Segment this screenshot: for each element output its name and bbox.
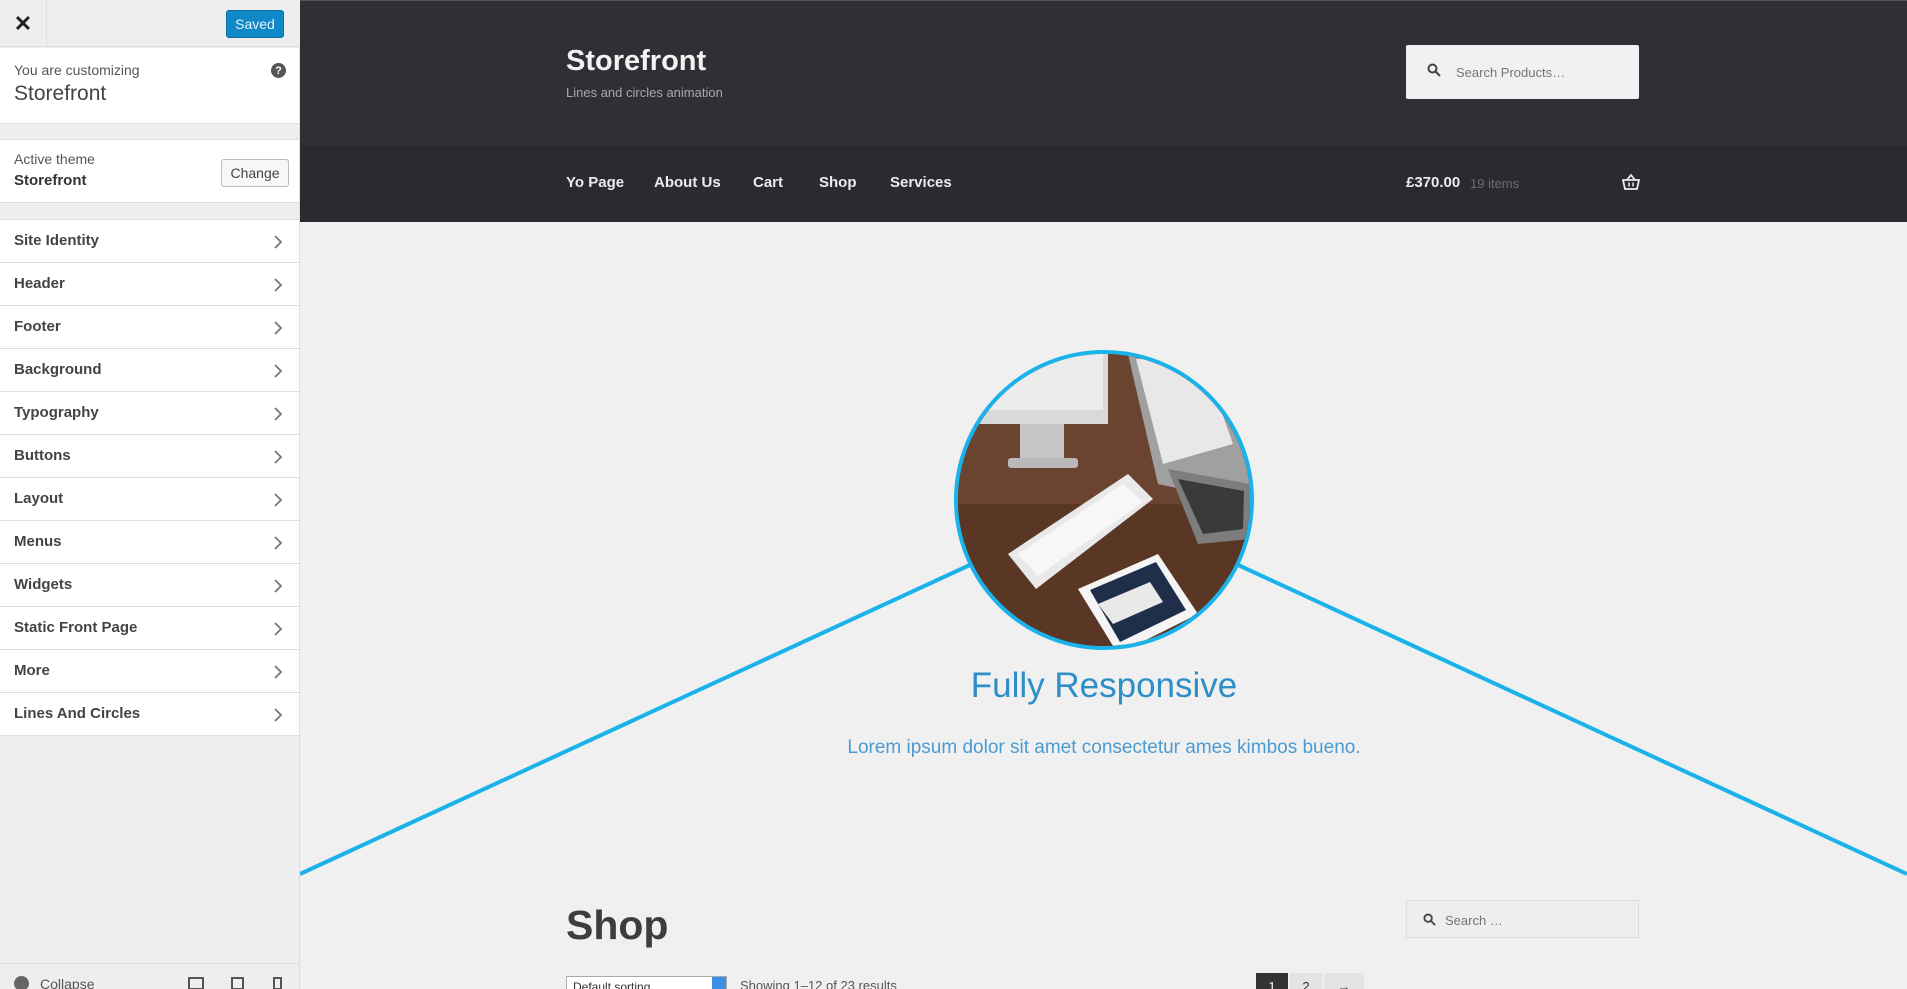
saved-button[interactable]: Saved	[226, 10, 284, 38]
hero-heading: Fully Responsive	[970, 666, 1238, 705]
page-1-button[interactable]: 1	[1256, 973, 1288, 989]
panel-buttons[interactable]: Buttons	[0, 435, 299, 478]
customizer-topbar: ✕ Saved	[0, 0, 300, 47]
panel-list: Site Identity Header Footer Background T…	[0, 219, 299, 736]
panel-label: Background	[14, 361, 102, 378]
sidebar-search	[1406, 900, 1639, 938]
chevron-right-icon	[274, 321, 283, 335]
chevron-right-icon	[274, 493, 283, 507]
search-icon	[1427, 63, 1441, 77]
primary-navigation: Yo Page About Us Cart Shop Services £370…	[300, 146, 1907, 222]
chevron-right-icon	[274, 278, 283, 292]
panel-lines-and-circles[interactable]: Lines And Circles	[0, 693, 299, 736]
panel-typography[interactable]: Typography	[0, 392, 299, 435]
mobile-preview-icon[interactable]	[273, 977, 282, 989]
panel-label: Buttons	[14, 447, 71, 464]
panel-site-identity[interactable]: Site Identity	[0, 220, 299, 263]
panel-label: Static Front Page	[14, 619, 138, 636]
panel-menus[interactable]: Menus	[0, 521, 299, 564]
chevron-right-icon	[274, 622, 283, 636]
help-icon[interactable]: ?	[271, 63, 286, 78]
search-icon	[1423, 913, 1436, 926]
nav-yo-page[interactable]: Yo Page	[566, 174, 624, 191]
app-window: ✕ Saved You are customizing Storefront ?…	[0, 0, 1907, 989]
product-search	[1406, 45, 1639, 99]
collapse-icon[interactable]	[14, 976, 29, 989]
customizer-sidebar: ✕ Saved You are customizing Storefront ?…	[0, 0, 300, 989]
site-preview: Storefront Lines and circles animation Y…	[300, 0, 1907, 989]
panel-label: Footer	[14, 318, 61, 335]
hero-image	[954, 350, 1254, 650]
site-header: Storefront Lines and circles animation	[300, 0, 1907, 146]
customizing-title: Storefront	[14, 82, 107, 105]
active-theme-label: Active theme	[14, 151, 95, 167]
chevron-right-icon	[274, 364, 283, 378]
active-theme-name: Storefront	[14, 172, 87, 189]
panel-widgets[interactable]: Widgets	[0, 564, 299, 607]
panel-static-front-page[interactable]: Static Front Page	[0, 607, 299, 650]
product-search-input[interactable]	[1456, 61, 1626, 83]
cart-count[interactable]: 19 items	[1470, 176, 1519, 191]
panel-footer[interactable]: Footer	[0, 306, 299, 349]
shop-title: Shop	[566, 902, 669, 948]
site-description: Lines and circles animation	[566, 85, 723, 100]
panel-more[interactable]: More	[0, 650, 299, 693]
panel-label: Site Identity	[14, 232, 100, 249]
chevron-right-icon	[274, 579, 283, 593]
panel-background[interactable]: Background	[0, 349, 299, 392]
desktop-preview-icon[interactable]	[188, 977, 204, 989]
panel-header[interactable]: Header	[0, 263, 299, 306]
chevron-right-icon	[274, 536, 283, 550]
chevron-right-icon	[274, 708, 283, 722]
sort-select-value: Default sorting	[573, 980, 651, 989]
chevron-right-icon	[274, 450, 283, 464]
active-theme-section: Active theme Storefront Change	[0, 139, 299, 203]
cart-total[interactable]: £370.00	[1406, 174, 1460, 191]
tablet-preview-icon[interactable]	[231, 977, 244, 989]
site-title[interactable]: Storefront	[566, 45, 706, 78]
nav-services[interactable]: Services	[890, 174, 952, 191]
close-icon[interactable]: ✕	[0, 0, 47, 47]
next-page-button[interactable]: →	[1324, 973, 1364, 989]
panel-layout[interactable]: Layout	[0, 478, 299, 521]
panel-label: Layout	[14, 490, 64, 507]
chevron-right-icon	[274, 235, 283, 249]
nav-about-us[interactable]: About Us	[654, 174, 721, 191]
page-2-button[interactable]: 2	[1290, 973, 1322, 989]
nav-shop[interactable]: Shop	[819, 174, 857, 191]
chevron-right-icon	[274, 665, 283, 679]
sort-select[interactable]: Default sorting	[566, 976, 727, 989]
panel-label: Typography	[14, 404, 99, 421]
change-theme-button[interactable]: Change	[221, 159, 289, 187]
panel-label: More	[14, 662, 50, 679]
sidebar-search-input[interactable]	[1445, 910, 1625, 930]
hero-text: Lorem ipsum dolor sit amet consectetur a…	[847, 737, 1361, 758]
chevron-right-icon	[274, 407, 283, 421]
panel-label: Widgets	[14, 576, 73, 593]
basket-icon[interactable]	[1622, 174, 1640, 190]
panel-label: Lines And Circles	[14, 705, 141, 722]
select-arrow-icon	[712, 977, 726, 989]
customizing-info: You are customizing Storefront ?	[0, 48, 299, 124]
desk-illustration	[958, 354, 1250, 646]
nav-cart[interactable]: Cart	[753, 174, 783, 191]
panel-label: Header	[14, 275, 65, 292]
collapse-button[interactable]: Collapse	[40, 976, 94, 989]
panel-label: Menus	[14, 533, 62, 550]
customizing-label: You are customizing	[14, 62, 140, 78]
result-count: Showing 1–12 of 23 results	[740, 978, 897, 989]
customizer-footer: Collapse	[0, 963, 299, 989]
